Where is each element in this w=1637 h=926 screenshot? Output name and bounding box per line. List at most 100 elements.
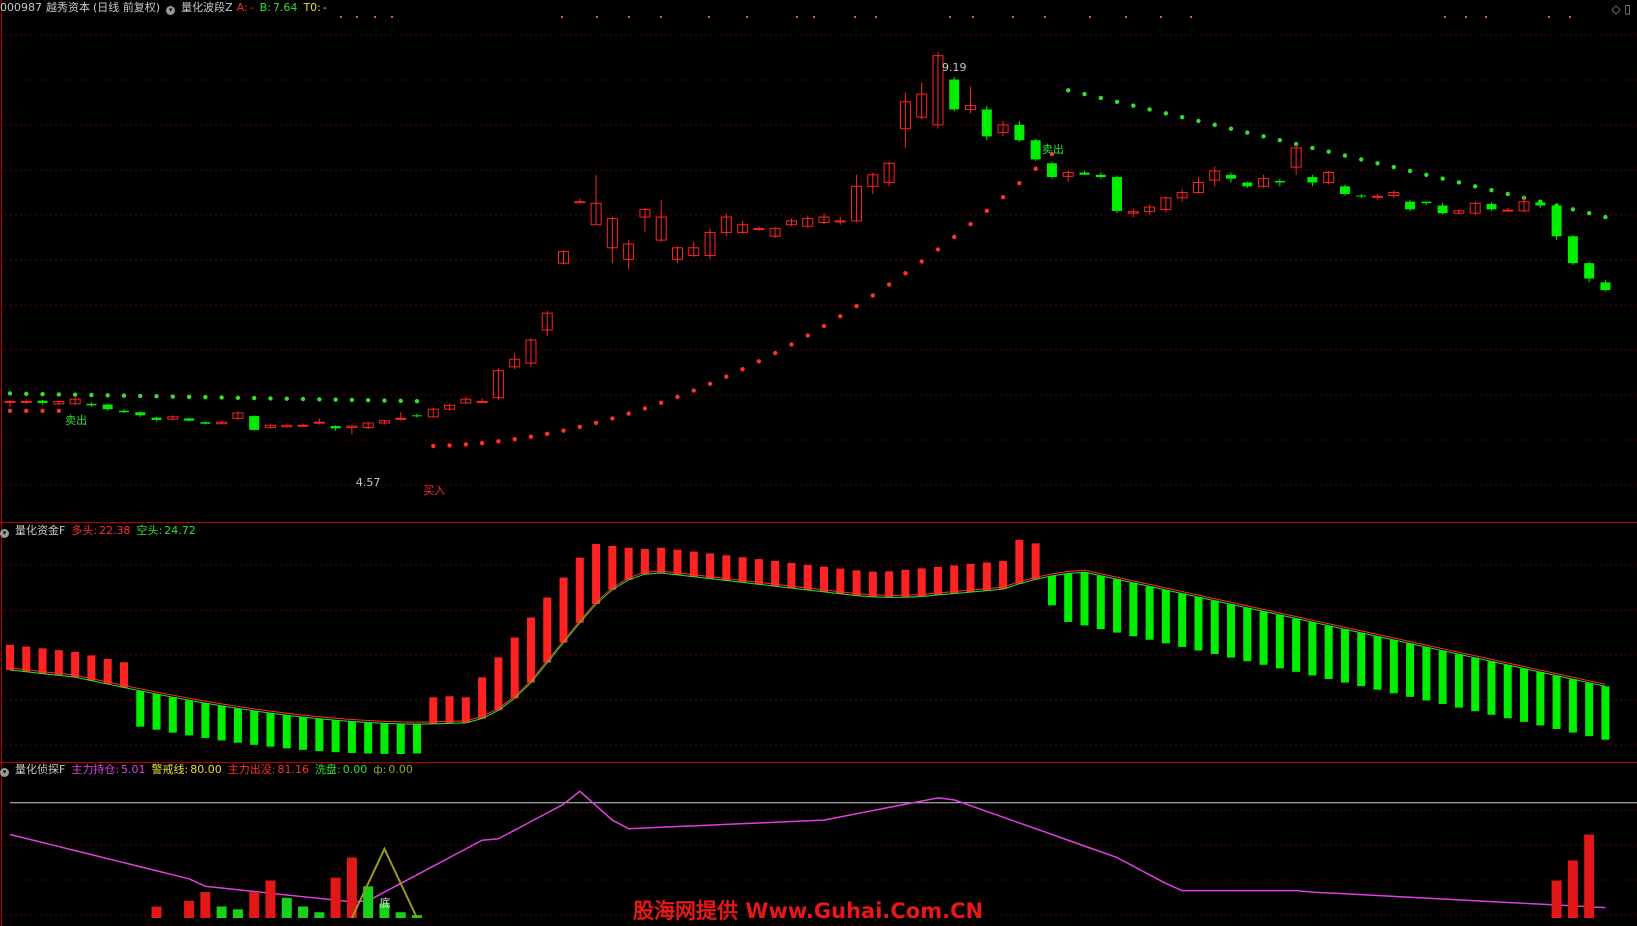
price-indicator-name[interactable]: 量化波段Z (181, 1, 233, 14)
capital-bar (803, 564, 812, 590)
stop-dot (1359, 157, 1364, 162)
detector-bar (298, 906, 309, 918)
candle-body (1030, 140, 1041, 160)
stop-dot (838, 313, 843, 319)
capital-bar (103, 658, 112, 685)
signal-dot (1160, 16, 1162, 18)
capital-bar (526, 617, 535, 683)
candle-body (1486, 203, 1497, 210)
candle-body (1356, 195, 1367, 197)
diamond-icon[interactable]: ◇ (1611, 2, 1620, 16)
stop-dot (170, 394, 175, 399)
capital-bar (559, 577, 568, 643)
stop-dot (1489, 187, 1494, 193)
bottom-label: 底 (379, 895, 390, 909)
capital-bar (1178, 593, 1187, 647)
stop-dot (870, 293, 876, 298)
t0-label: T0: (303, 1, 321, 14)
stop-dot (707, 381, 713, 387)
warn-value: 80.00 (190, 763, 222, 776)
candle-body (1567, 236, 1578, 264)
stop-dot (968, 221, 973, 227)
capital-bar (624, 547, 633, 580)
signal-dot (1465, 16, 1467, 18)
stop-dot (1424, 172, 1429, 177)
chevron-down-icon[interactable]: ▾ (0, 529, 9, 538)
capital-bar (1601, 686, 1610, 740)
candle-body (200, 422, 211, 424)
stop-dot (545, 431, 550, 437)
detector-bar (1551, 880, 1562, 918)
stop-dot (903, 271, 908, 276)
stop-dot (121, 393, 127, 398)
stop-dot (365, 398, 371, 403)
candle-body (1079, 172, 1090, 175)
chevron-down-icon[interactable]: ▾ (166, 6, 176, 15)
capital-bar (1487, 661, 1496, 715)
candle-body (1307, 177, 1318, 183)
stop-dot (854, 303, 859, 309)
capital-bar (771, 561, 780, 587)
capital-bar (1422, 647, 1431, 701)
stop-dot (105, 393, 110, 398)
detector-indicator-name[interactable]: 量化侦探F (15, 763, 65, 776)
candle-body (1046, 163, 1057, 178)
signal-dot (1089, 16, 1091, 18)
long-value: 22.38 (99, 524, 131, 537)
signal-dot (356, 16, 358, 18)
capital-bar (510, 637, 519, 699)
window-icon[interactable]: ▯ (1624, 2, 1631, 16)
capital-bar (22, 646, 31, 672)
f-label: ф: (373, 763, 387, 776)
capital-bar (1438, 650, 1447, 705)
capital-bar (999, 561, 1008, 590)
capital-bar (347, 721, 356, 753)
b-label: B: (259, 1, 271, 14)
capital-bar (1194, 597, 1203, 651)
candle-body (135, 412, 146, 416)
stock-name: 越秀资本 (46, 1, 90, 14)
candle-body (184, 418, 195, 421)
stop-dot (1342, 153, 1348, 158)
capital-bar (706, 553, 715, 579)
stop-dot (659, 400, 664, 406)
capital-bar (119, 662, 128, 688)
capital-bar (1389, 639, 1398, 694)
signal-dot (972, 16, 974, 18)
capital-bar (266, 713, 275, 747)
stop-dot (317, 397, 322, 402)
candle-body (297, 424, 309, 427)
capital-bar (1585, 682, 1594, 737)
capital-bar (1568, 679, 1577, 733)
stop-dot (1033, 166, 1038, 172)
a-value: - (249, 1, 254, 14)
capital-panel-header: ▾ 量化资金F 多头: 22.38 空头: 24.72 (0, 524, 202, 538)
candle-body (1600, 282, 1611, 291)
capital-bar (364, 722, 373, 754)
capital-bar (1454, 654, 1463, 708)
stop-dot (1326, 149, 1331, 154)
signal-dot (813, 16, 815, 18)
stop-dot (1228, 126, 1234, 131)
capital-bar (1503, 664, 1512, 719)
detector-bar (1584, 834, 1595, 918)
capital-bar (1340, 629, 1349, 683)
candle-body (476, 400, 488, 403)
capital-indicator-name[interactable]: 量化资金F (15, 524, 65, 537)
stop-dot (235, 395, 241, 400)
capital-bar (754, 559, 763, 585)
candle-body (1437, 205, 1448, 214)
candle-body (949, 79, 960, 110)
long-label: 多头: (71, 524, 98, 537)
stop-dot (284, 396, 289, 401)
chevron-down-icon[interactable]: ▾ (0, 768, 9, 777)
stop-dot (479, 440, 485, 446)
capital-bar (1308, 622, 1317, 676)
signal-dot (1190, 16, 1192, 18)
capital-bar (689, 551, 698, 577)
capital-bar (543, 597, 552, 663)
capital-bar (1227, 604, 1235, 658)
stock-chart[interactable]: 9.194.57买入卖出卖出底 (0, 0, 1637, 926)
top-right-icons: ◇ ▯ (1611, 2, 1631, 16)
stop-dot (40, 408, 45, 414)
